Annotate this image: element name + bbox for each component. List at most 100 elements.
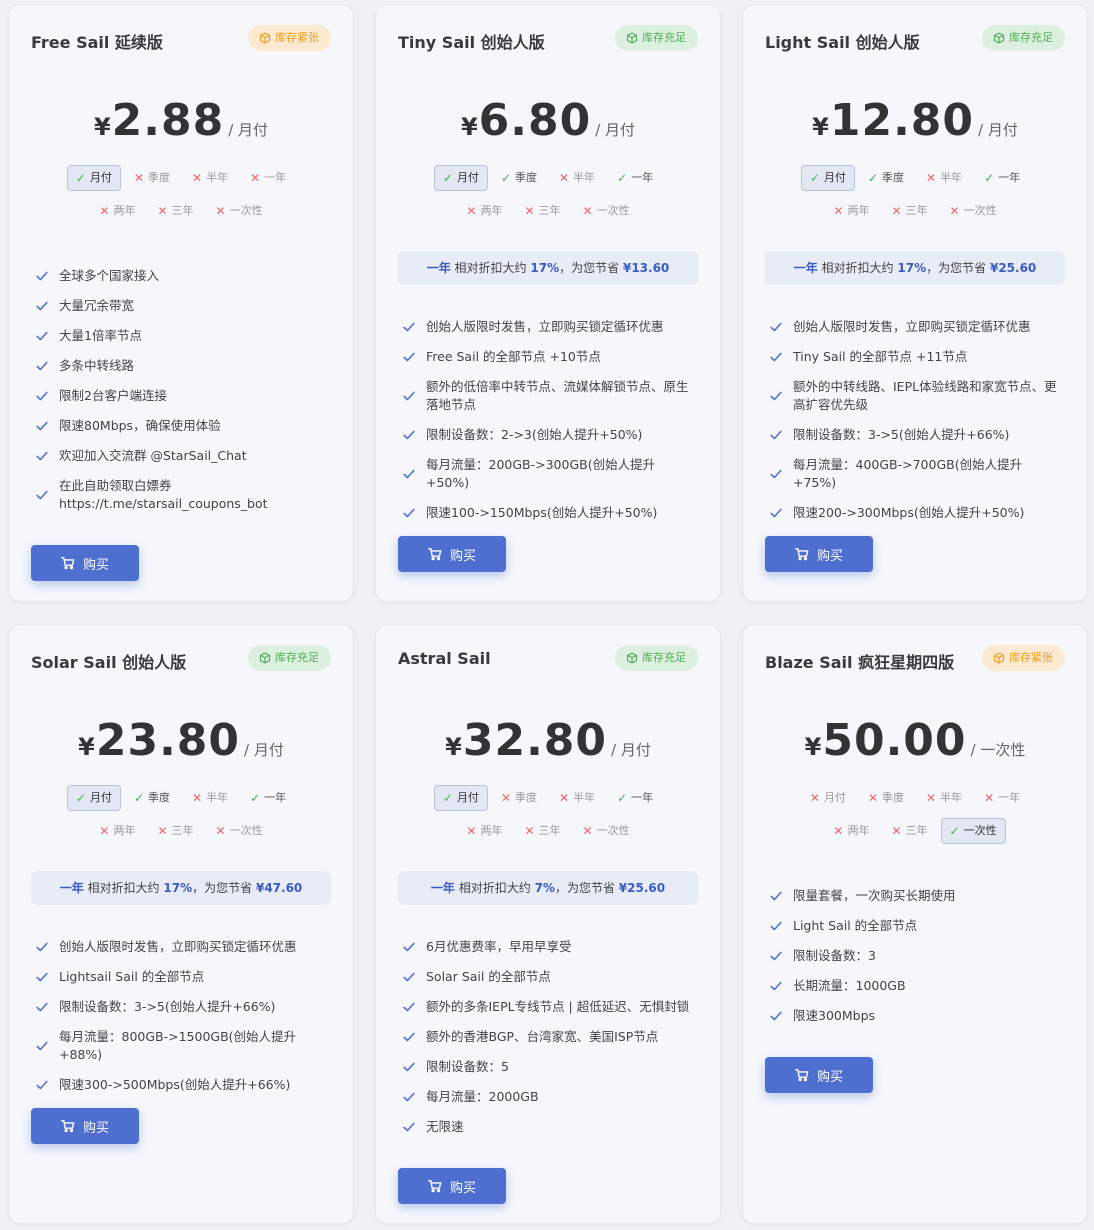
billing-cycle-selector: ✓ 月付 ✕ 季度 ✕ 半年 ✓ 一年 ✕ 两年 ✕ 三年 ✕ 一次性	[376, 785, 720, 851]
feature-text: 每月流量：2000GB	[426, 1089, 539, 1104]
feature-item: 长期流量：1000GB	[769, 977, 1065, 995]
cart-icon	[795, 1068, 809, 1082]
check-icon	[35, 269, 49, 283]
discount-percent: 17%	[163, 881, 193, 895]
billing-option[interactable]: ✓ 月付	[66, 785, 121, 811]
buy-button[interactable]: 购买	[398, 1168, 506, 1204]
feature-text: 大量冗余带宽	[59, 298, 135, 313]
buy-button[interactable]: 购买	[765, 1057, 873, 1093]
feature-text: Light Sail 的全部节点	[793, 918, 918, 933]
plan-header: Free Sail 延续版 库存紧张	[31, 25, 331, 55]
feature-text: 多条中转线路	[59, 358, 135, 373]
price-amount: 32.80	[462, 715, 608, 766]
x-icon: ✕	[833, 824, 844, 838]
price-display: ¥6.80/ 月付	[376, 95, 720, 151]
billing-option[interactable]: ✓ 月付	[433, 785, 488, 811]
check-icon	[402, 1060, 416, 1074]
price-display: ¥23.80/ 月付	[9, 715, 353, 771]
billing-option[interactable]: ✓ 一年	[608, 785, 662, 811]
price-display: ¥50.00/ 一次性	[743, 715, 1087, 771]
billing-option-label: 季度	[148, 791, 170, 804]
billing-option[interactable]: ✓ 月付	[66, 165, 121, 191]
check-icon	[769, 506, 783, 520]
billing-option-label: 一次性	[596, 204, 630, 217]
billing-option[interactable]: ✓ 季度	[125, 785, 179, 811]
x-icon: ✕	[466, 824, 477, 838]
billing-option[interactable]: ✓ 一年	[241, 785, 295, 811]
billing-option-label: 一次性	[963, 824, 997, 837]
billing-option-label: 季度	[882, 791, 904, 804]
check-icon: ✓	[984, 171, 995, 185]
currency-symbol: ¥	[78, 733, 95, 761]
feature-item: 额外的香港BGP、台湾家宽、美国ISP节点	[402, 1028, 698, 1046]
feature-text: 限速300Mbps	[793, 1008, 876, 1023]
feature-item: 额外的低倍率中转节点、流媒体解锁节点、原生落地节点	[402, 378, 698, 414]
price-period: / 月付	[978, 121, 1018, 139]
check-icon: ✓	[809, 171, 820, 185]
plan-header: Blaze Sail 疯狂星期四版 库存紧张	[765, 645, 1065, 675]
buy-button[interactable]: 购买	[31, 545, 139, 581]
x-icon: ✕	[949, 204, 960, 218]
plan-header: Tiny Sail 创始人版 库存充足	[398, 25, 698, 55]
check-icon	[769, 889, 783, 903]
feature-text: 限量套餐，一次购买长期使用	[793, 888, 956, 903]
billing-option: ✕ 三年	[515, 198, 569, 224]
buy-button[interactable]: 购买	[398, 536, 506, 572]
stock-badge: 库存紧张	[248, 25, 331, 51]
x-icon: ✕	[926, 171, 937, 185]
billing-option[interactable]: ✓ 月付	[800, 165, 855, 191]
billing-option: ✕ 两年	[90, 198, 144, 224]
feature-item: 额外的中转线路、IEPL体验线路和家宽节点、更高扩容优先级	[769, 378, 1065, 414]
feature-text: 限制设备数：5	[426, 1059, 509, 1074]
discount-percent: 17%	[530, 261, 560, 275]
check-icon	[402, 940, 416, 954]
x-icon: ✕	[466, 204, 477, 218]
x-icon: ✕	[192, 171, 203, 185]
billing-option-label: 季度	[882, 171, 904, 184]
stock-badge: 库存充足	[248, 645, 331, 671]
check-icon	[35, 329, 49, 343]
feature-text: 欢迎加入交流群 @StarSail_Chat	[59, 448, 247, 463]
cart-icon	[61, 556, 75, 570]
buy-label: 购买	[449, 548, 476, 564]
x-icon: ✕	[984, 791, 995, 805]
stock-label: 库存紧张	[275, 31, 319, 44]
billing-option[interactable]: ✓ 一年	[608, 165, 662, 191]
discount-saving: ¥47.60	[255, 881, 303, 895]
feature-text: 额外的香港BGP、台湾家宽、美国ISP节点	[426, 1029, 659, 1044]
billing-cycle-selector: ✓ 月付 ✓ 季度 ✕ 半年 ✓ 一年 ✕ 两年 ✕ 三年 ✕ 一次性	[9, 785, 353, 851]
billing-option[interactable]: ✓ 一次性	[940, 818, 1006, 844]
check-icon	[769, 979, 783, 993]
price-amount: 50.00	[822, 715, 967, 766]
billing-option-label: 三年	[171, 824, 194, 837]
billing-option[interactable]: ✓ 一年	[975, 165, 1029, 191]
buy-button[interactable]: 购买	[31, 1108, 139, 1144]
billing-option: ✕ 三年	[148, 198, 202, 224]
feature-item: 无限速	[402, 1118, 698, 1136]
buy-button[interactable]: 购买	[765, 536, 873, 572]
billing-cycle-row: ✕ 两年 ✕ 三年 ✕ 一次性	[376, 818, 720, 844]
feature-item: 限制设备数：5	[402, 1058, 698, 1076]
check-icon: ✓	[442, 791, 453, 805]
billing-option[interactable]: ✓ 季度	[859, 165, 913, 191]
plan-header: Solar Sail 创始人版 库存充足	[31, 645, 331, 675]
feature-item: 限制2台客户端连接	[35, 387, 331, 405]
plan-title: Free Sail 延续版	[31, 33, 163, 52]
check-icon	[35, 1039, 49, 1053]
price-display: ¥32.80/ 月付	[376, 715, 720, 771]
billing-option[interactable]: ✓ 月付	[433, 165, 488, 191]
box-icon	[259, 652, 271, 664]
plan-card: Free Sail 延续版 库存紧张 ¥2.88/ 月付 ✓ 月付 ✕ 季度 ✕ 半年 ✕ 一年 ✕ 两…	[8, 4, 354, 602]
x-icon: ✕	[582, 204, 593, 218]
billing-option: ✕ 季度	[125, 165, 179, 191]
feature-list: 创始人版限时发售，立即购买锁定循环优惠 Tiny Sail 的全部节点 +11节点…	[769, 318, 1065, 534]
plan-title: Tiny Sail 创始人版	[398, 33, 545, 52]
check-icon	[35, 299, 49, 313]
billing-option[interactable]: ✓ 季度	[492, 165, 546, 191]
feature-item: 限制设备数：2->3(创始人提升+50%)	[402, 426, 698, 444]
discount-percent: 17%	[897, 261, 927, 275]
x-icon: ✕	[833, 204, 844, 218]
buy-label: 购买	[82, 1120, 109, 1136]
currency-symbol: ¥	[445, 733, 462, 761]
discount-cycle: 一年	[430, 881, 455, 895]
